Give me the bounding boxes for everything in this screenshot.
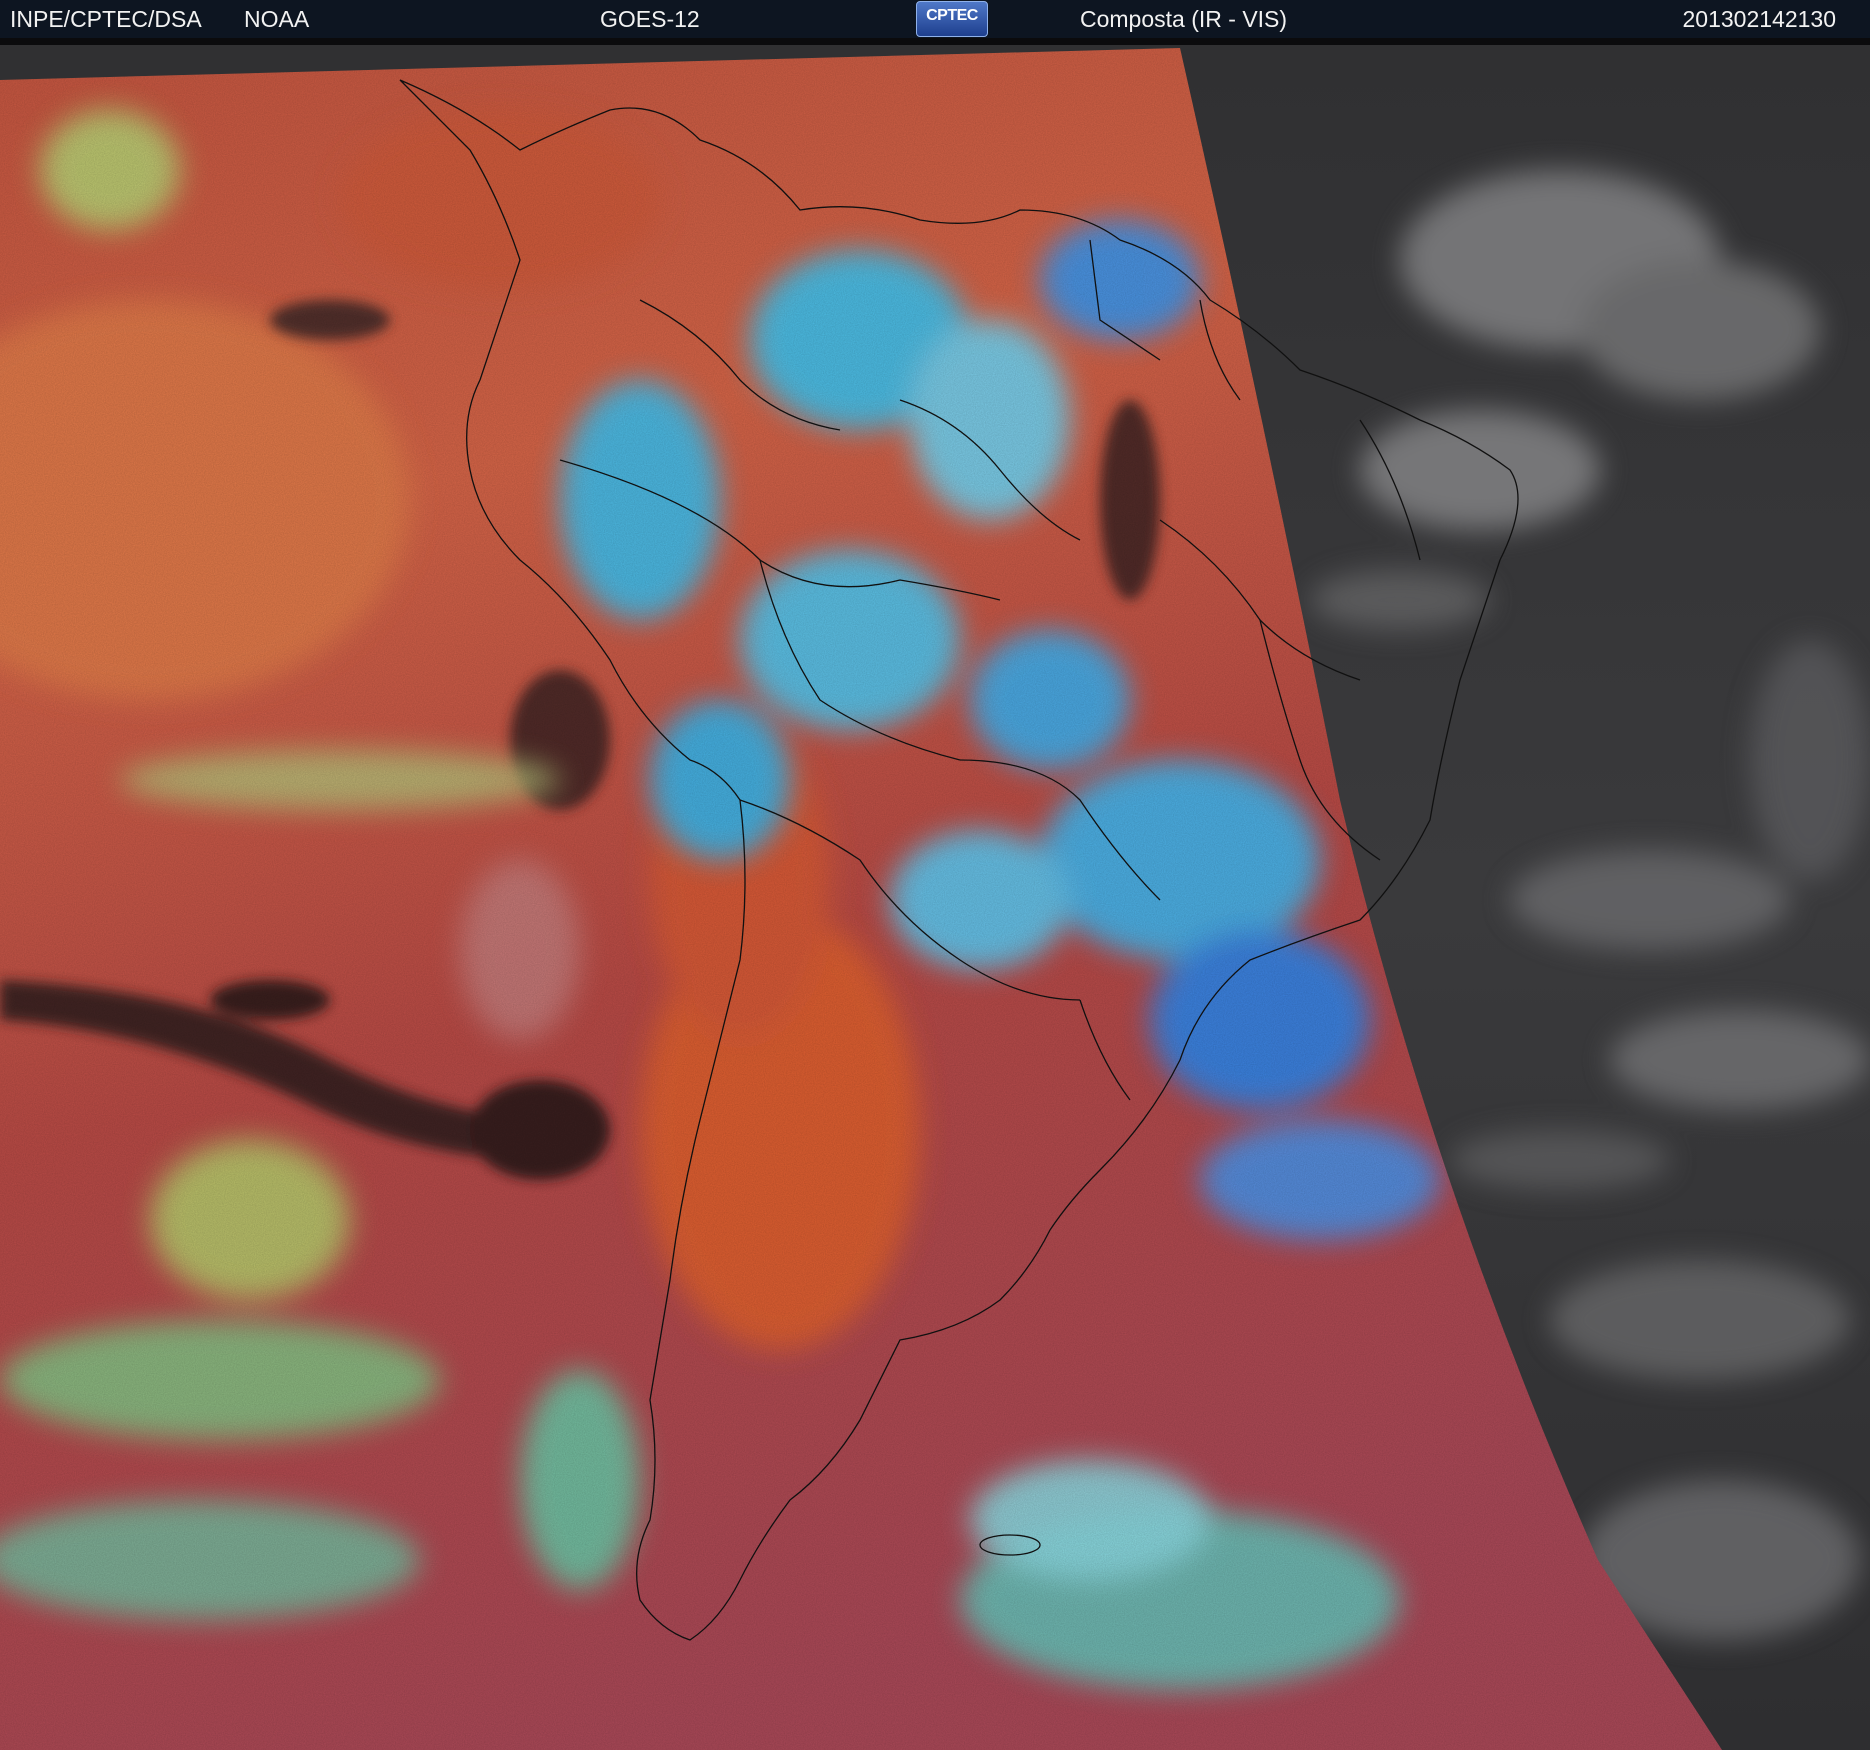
- title-bar: INPE/CPTEC/DSA NOAA GOES-12 CPTEC Compos…: [0, 0, 1870, 38]
- satellite-image: [0, 38, 1870, 1750]
- satellite-label: GOES-12: [600, 6, 700, 32]
- cptec-logo: CPTEC: [916, 1, 988, 37]
- composite-map: [0, 38, 1870, 1750]
- logo-text: CPTEC: [926, 7, 978, 24]
- agency-label: INPE/CPTEC/DSA: [10, 6, 202, 32]
- timestamp-label: 201302142130: [1682, 6, 1837, 32]
- product-label: Composta (IR - VIS): [1080, 6, 1288, 32]
- source-label: NOAA: [244, 6, 310, 32]
